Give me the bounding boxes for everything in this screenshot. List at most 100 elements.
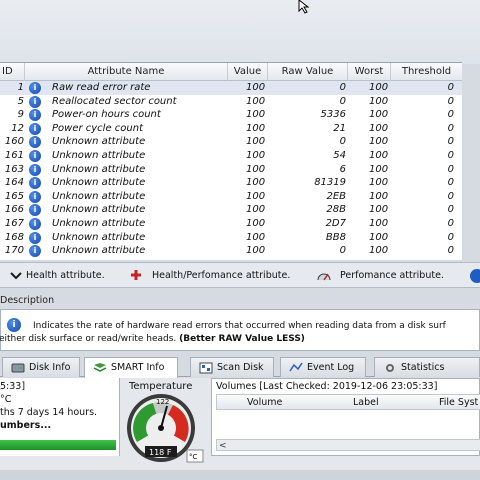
volumes-title: Volumes [Last Checked: 2019-12-06 23:05:… xyxy=(216,381,438,392)
table-row[interactable]: 163 i Unknown attribute 100 6 100 0 xyxy=(0,163,462,177)
tab-disk-info[interactable]: Disk Info xyxy=(2,357,80,377)
info-icon: i xyxy=(29,95,41,108)
legend-info-icon xyxy=(470,269,480,283)
cell-raw-value: 0 xyxy=(339,245,346,257)
cell-worst: 100 xyxy=(369,82,389,93)
cell-threshold: 0 xyxy=(447,136,454,148)
table-row[interactable]: 12 i Power cycle count 100 21 100 0 xyxy=(0,122,462,136)
column-header-file-system[interactable]: File Syst xyxy=(439,395,478,411)
cell-raw-value: 0 xyxy=(339,82,346,93)
cell-value: 100 xyxy=(246,109,266,121)
cell-id: 163 xyxy=(4,163,24,175)
column-header-label[interactable]: Label xyxy=(353,395,379,411)
volumes-horizontal-scrollbar[interactable]: < xyxy=(216,439,480,451)
column-header-volume[interactable]: Volume xyxy=(247,395,282,411)
scroll-left-arrow-icon[interactable]: < xyxy=(219,440,227,452)
cell-value: 100 xyxy=(246,95,266,107)
health-attribute-icon xyxy=(10,272,22,280)
tab-disk-info-label: Disk Info xyxy=(29,362,71,373)
cell-attribute-name: Unknown attribute xyxy=(52,231,146,243)
cell-id: 165 xyxy=(4,190,24,202)
cell-id: 170 xyxy=(4,245,24,257)
window-title-area xyxy=(0,0,480,64)
temperature-gauge: 122 118 F °C xyxy=(127,394,204,463)
tab-event-log[interactable]: Event Log xyxy=(280,357,366,377)
temperature-reading: 118 F xyxy=(149,448,172,457)
table-row[interactable]: 5 i Reallocated sector count 100 0 100 0 xyxy=(0,95,462,109)
table-row[interactable]: 167 i Unknown attribute 100 2D7 100 0 xyxy=(0,217,462,231)
disk-summary-panel: 5:33] °C ths 7 days 14 hours. umbers... xyxy=(0,378,120,456)
attribute-legend: Health attribute. Health/Perfomance attr… xyxy=(0,262,480,288)
status-area: 5:33] °C ths 7 days 14 hours. umbers... … xyxy=(0,378,480,480)
column-header-attribute-name[interactable]: Attribute Name xyxy=(25,63,228,81)
column-header-threshold[interactable]: Threshold xyxy=(391,63,462,81)
cell-id: 160 xyxy=(4,136,24,148)
temperature-panel: Temperature 122 118 F °C xyxy=(121,378,209,463)
cell-id: 5 xyxy=(17,95,24,107)
tab-statistics[interactable]: Statistics xyxy=(374,357,480,377)
smart-attributes-table: ID Attribute Name Value Raw Value Worst … xyxy=(0,62,462,260)
tab-scan-disk-label: Scan Disk xyxy=(217,362,264,373)
info-icon: i xyxy=(29,136,41,149)
column-header-raw-value[interactable]: Raw Value xyxy=(268,63,348,81)
cell-attribute-name: Unknown attribute xyxy=(52,177,146,189)
table-row[interactable]: 165 i Unknown attribute 100 2EB 100 0 xyxy=(0,190,462,204)
cell-value: 100 xyxy=(246,177,266,189)
cell-id: 164 xyxy=(4,177,24,189)
table-row[interactable]: 170 i Unknown attribute 100 0 100 0 xyxy=(0,244,462,258)
tab-smart-info-label: SMART Info xyxy=(111,362,165,373)
performance-attribute-icon xyxy=(317,273,331,281)
cell-value: 100 xyxy=(246,150,266,161)
cell-threshold: 0 xyxy=(447,245,454,257)
column-header-id[interactable]: ID xyxy=(0,63,25,81)
window-bottom-edge xyxy=(0,470,480,480)
main-tabs: Disk Info SMART Info Scan Disk Event Log… xyxy=(0,357,480,378)
cell-attribute-name: Unknown attribute xyxy=(52,136,146,148)
cell-value: 100 xyxy=(246,245,266,257)
cell-threshold: 0 xyxy=(447,122,454,134)
cell-threshold: 0 xyxy=(447,95,454,107)
table-row[interactable]: 164 i Unknown attribute 100 81319 100 0 xyxy=(0,176,462,190)
column-header-value[interactable]: Value xyxy=(228,63,268,81)
cell-attribute-name: Unknown attribute xyxy=(52,150,146,161)
cell-raw-value: 5336 xyxy=(320,109,346,121)
legend-health-performance-label: Health/Perfomance attribute. xyxy=(152,270,291,281)
cell-worst: 100 xyxy=(369,136,389,148)
tab-smart-info[interactable]: SMART Info xyxy=(84,357,178,378)
cell-id: 9 xyxy=(17,109,24,121)
cell-attribute-name: Unknown attribute xyxy=(52,204,146,216)
cell-worst: 100 xyxy=(369,109,389,121)
summary-line-2: °C xyxy=(0,394,12,405)
cell-attribute-name: Power cycle count xyxy=(52,122,144,134)
cell-value: 100 xyxy=(246,122,266,134)
info-icon: i xyxy=(29,150,41,162)
info-icon: i xyxy=(29,122,41,135)
cell-worst: 100 xyxy=(369,204,389,216)
table-row[interactable]: 160 i Unknown attribute 100 0 100 0 xyxy=(0,135,462,149)
summary-line-1: 5:33] xyxy=(0,381,26,392)
table-row[interactable]: 161 i Unknown attribute 100 54 100 0 xyxy=(0,149,462,163)
summary-line-4: umbers... xyxy=(0,420,52,431)
info-icon: i xyxy=(29,231,41,244)
info-icon: i xyxy=(29,82,41,94)
cell-worst: 100 xyxy=(369,95,389,107)
cell-attribute-name: Power-on hours count xyxy=(52,109,161,121)
column-header-worst[interactable]: Worst xyxy=(348,63,391,81)
cell-id: 161 xyxy=(4,150,24,161)
cell-raw-value: 0 xyxy=(339,95,346,107)
tab-scan-disk[interactable]: Scan Disk xyxy=(190,357,274,377)
cell-raw-value: 81319 xyxy=(314,177,346,189)
table-row[interactable]: 166 i Unknown attribute 100 28B 100 0 xyxy=(0,203,462,217)
health-performance-attribute-icon xyxy=(131,270,141,280)
tab-statistics-label: Statistics xyxy=(401,362,445,373)
cell-worst: 100 xyxy=(369,150,389,161)
table-row[interactable]: 9 i Power-on hours count 100 5336 100 0 xyxy=(0,108,462,122)
scan-icon xyxy=(199,362,213,374)
table-row[interactable]: 168 i Unknown attribute 100 BB8 100 0 xyxy=(0,231,462,245)
description-panel: i Indicates the rate of hardware read er… xyxy=(0,309,480,351)
cell-attribute-name: Unknown attribute xyxy=(52,218,146,229)
table-row[interactable]: 1 i Raw read error rate 100 0 100 0 xyxy=(0,81,462,95)
cell-threshold: 0 xyxy=(447,163,454,175)
cell-value: 100 xyxy=(246,190,266,202)
cell-raw-value: 28B xyxy=(326,204,346,216)
